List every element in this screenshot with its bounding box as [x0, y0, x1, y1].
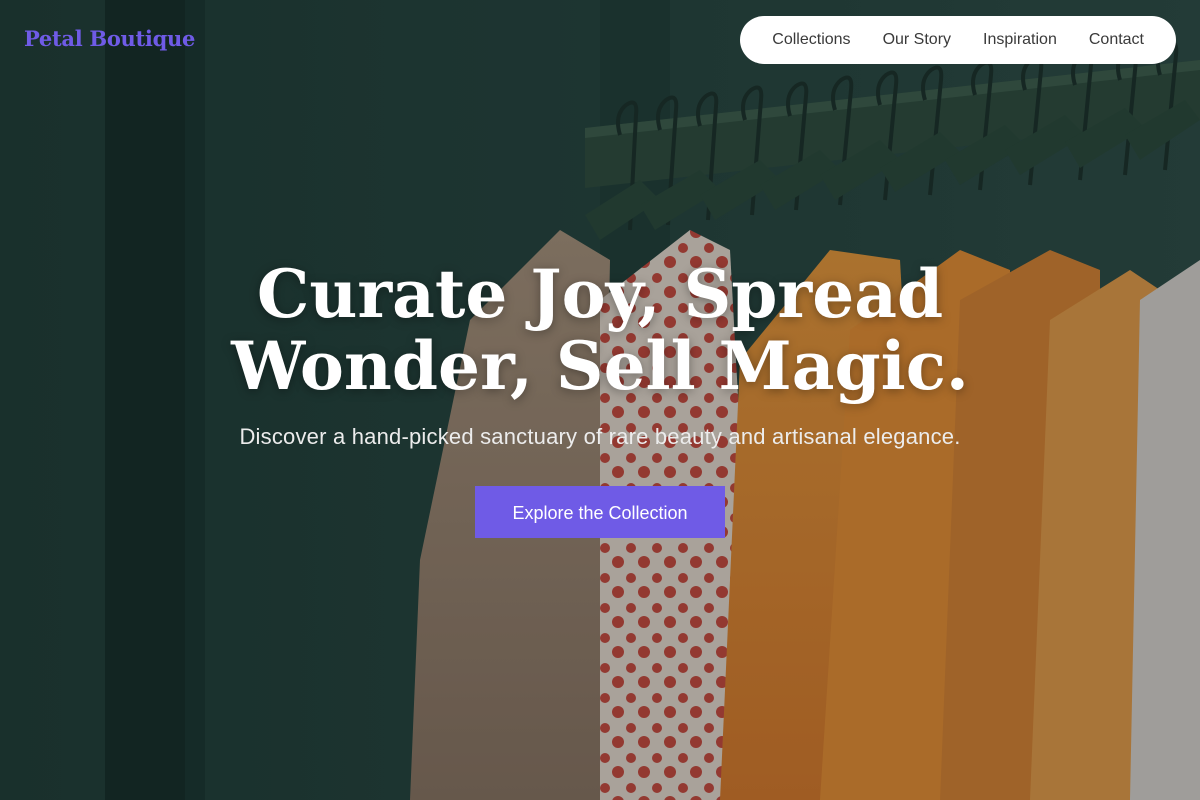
nav-link-collections[interactable]: Collections [772, 31, 850, 49]
landing-page: Petal Boutique Collections Our Story Ins… [0, 0, 1200, 800]
nav-link-contact[interactable]: Contact [1089, 31, 1144, 49]
nav-link-inspiration[interactable]: Inspiration [983, 31, 1057, 49]
nav-link-our-story[interactable]: Our Story [883, 31, 951, 49]
explore-collection-button[interactable]: Explore the Collection [475, 486, 725, 538]
main-navigation: Collections Our Story Inspiration Contac… [740, 16, 1176, 64]
brand-logo[interactable]: Petal Boutique [24, 26, 195, 51]
hero-title: Curate Joy, Spread Wonder, Sell Magic. [231, 255, 969, 405]
hero-subtitle: Discover a hand-picked sanctuary of rare… [239, 424, 961, 449]
hero-section: Curate Joy, Spread Wonder, Sell Magic. D… [0, 258, 1200, 538]
